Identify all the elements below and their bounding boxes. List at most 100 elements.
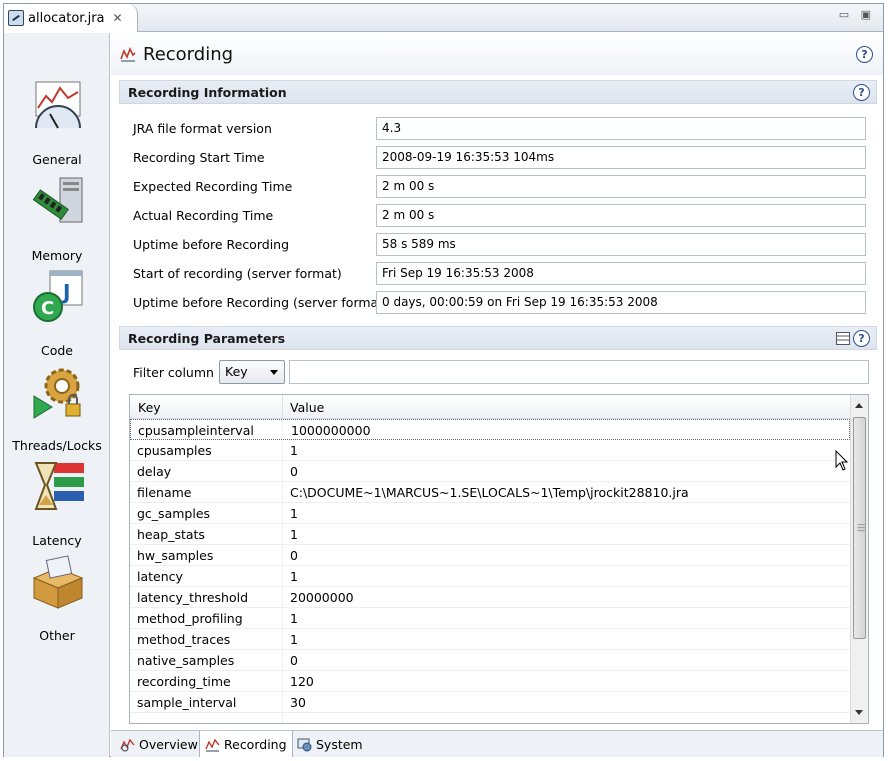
table-header: Key Value <box>130 395 850 419</box>
table-row[interactable]: sample_interval 30 <box>130 692 850 713</box>
cell-value: 1 <box>290 632 298 647</box>
scroll-up-icon[interactable] <box>855 403 863 408</box>
cell-key: native_samples <box>137 653 235 668</box>
filter-text-input[interactable] <box>289 360 869 384</box>
table-row[interactable]: recording_time 120 <box>130 671 850 692</box>
column-divider[interactable] <box>282 395 283 419</box>
table-row[interactable]: heap_stats 1 <box>130 524 850 545</box>
latency-hourglass-icon <box>34 462 84 510</box>
help-icon[interactable]: ? <box>856 46 873 63</box>
editor-tab-bar: allocator.jra ✕ ▭ ▣ <box>4 4 883 32</box>
filter-column-label: Filter column <box>133 365 214 380</box>
nav-label-threads-locks: Threads/Locks <box>12 438 102 453</box>
cell-value: 1 <box>290 569 298 584</box>
nav-item-memory[interactable]: Memory <box>4 174 110 266</box>
svg-text:C: C <box>41 298 54 319</box>
info-value-field[interactable]: 2008-09-19 16:35:53 104ms <box>376 146 866 169</box>
nav-label-general: General <box>32 152 82 167</box>
editor-tab-label: allocator.jra <box>28 10 105 26</box>
filter-column-select[interactable]: Key <box>219 360 285 384</box>
info-value-field[interactable]: 0 days, 00:00:59 on Fri Sep 19 16:35:53 … <box>376 291 866 314</box>
info-value-field[interactable]: Fri Sep 19 16:35:53 2008 <box>376 262 866 285</box>
info-row: Start of recording (server format) Fri S… <box>129 262 869 285</box>
cell-value: 1 <box>290 443 298 458</box>
recording-icon <box>205 738 220 751</box>
cell-value: 1 <box>290 527 298 542</box>
nav-label-code: Code <box>40 343 73 358</box>
info-row: Recording Start Time 2008-09-19 16:35:53… <box>129 146 869 169</box>
cell-key: gc_samples <box>137 506 211 521</box>
left-nav: General Memory J C Code Threads/Locks La… <box>4 33 110 757</box>
info-row: Actual Recording Time 2 m 00 s <box>129 204 869 227</box>
table-row[interactable]: delay 0 <box>130 461 850 482</box>
filter-selected-value: Key <box>225 364 248 379</box>
cell-value: 0 <box>290 548 298 563</box>
jra-file-icon <box>8 10 24 26</box>
nav-label-latency: Latency <box>32 533 82 548</box>
cell-key: method_traces <box>137 632 231 647</box>
table-view-icon[interactable] <box>836 332 850 345</box>
cell-key: sample_interval <box>137 695 237 710</box>
cell-key: recording_time <box>137 674 231 689</box>
section-recording-parameters[interactable]: Recording Parameters ? <box>119 326 877 350</box>
table-row[interactable]: hw_samples 0 <box>130 545 850 566</box>
vertical-scrollbar[interactable]: — — — <box>850 395 868 723</box>
info-label: Start of recording (server format) <box>133 266 342 281</box>
nav-item-general[interactable]: General <box>4 78 110 170</box>
cell-value: C:\DOCUME~1\MARCUS~1.SE\LOCALS~1\Temp\jr… <box>290 485 689 500</box>
tab-label: Recording <box>224 736 287 752</box>
code-java-icon: J C <box>33 270 83 322</box>
tab-label: Overview <box>139 736 198 752</box>
table-row[interactable]: native_samples 0 <box>130 650 850 671</box>
editor-window: allocator.jra ✕ ▭ ▣ General Memory J C C… <box>3 3 884 757</box>
info-value-field[interactable]: 2 m 00 s <box>376 175 866 198</box>
memory-ram-icon <box>32 177 83 223</box>
close-icon[interactable]: ✕ <box>113 11 123 25</box>
editor-tab-allocator[interactable]: allocator.jra ✕ <box>4 4 138 32</box>
nav-item-other[interactable]: Other <box>4 554 110 646</box>
help-icon[interactable]: ? <box>853 84 870 101</box>
bottom-tab-bar: Overview Recording System <box>111 730 883 757</box>
info-value-field[interactable]: 58 s 589 ms <box>376 233 866 256</box>
minimize-maximize-icons[interactable]: ▭ ▣ <box>839 8 875 21</box>
scroll-down-icon[interactable] <box>855 710 863 715</box>
chevron-down-icon <box>270 370 278 375</box>
table-row[interactable]: latency 1 <box>130 566 850 587</box>
tab-system[interactable]: System <box>292 731 368 757</box>
column-header-value[interactable]: Value <box>290 400 324 415</box>
info-value-field[interactable]: 2 m 00 s <box>376 204 866 227</box>
cell-value: 20000000 <box>290 590 354 605</box>
other-box-icon <box>32 555 84 609</box>
tab-recording[interactable]: Recording <box>199 731 293 757</box>
info-value-field[interactable]: 4.3 <box>376 117 866 140</box>
cell-key: filename <box>137 485 192 500</box>
column-header-key[interactable]: Key <box>138 400 161 415</box>
nav-item-threads-locks[interactable]: Threads/Locks <box>4 364 110 456</box>
info-row: Expected Recording Time 2 m 00 s <box>129 175 869 198</box>
cell-value: 0 <box>290 653 298 668</box>
nav-item-latency[interactable]: Latency <box>4 459 110 551</box>
scrollbar-thumb[interactable]: — — — <box>853 417 866 639</box>
cell-value: 1 <box>290 611 298 626</box>
cell-key: cpusampleinterval <box>138 423 254 438</box>
cell-key: latency_threshold <box>137 590 249 605</box>
cell-key: heap_stats <box>137 527 205 542</box>
help-icon[interactable]: ? <box>853 330 870 347</box>
system-icon <box>297 738 312 751</box>
section-title: Recording Parameters <box>128 330 286 346</box>
info-row: Uptime before Recording 58 s 589 ms <box>129 233 869 256</box>
table-row[interactable]: cpusamples 1 <box>130 440 850 461</box>
table-row[interactable]: latency_threshold 20000000 <box>130 587 850 608</box>
table-row[interactable]: gc_samples 1 <box>130 503 850 524</box>
table-row[interactable]: method_profiling 1 <box>130 608 850 629</box>
nav-item-code[interactable]: J C Code <box>4 269 110 361</box>
tab-label: System <box>316 736 363 752</box>
section-recording-information[interactable]: Recording Information ? <box>119 80 877 104</box>
table-row[interactable]: filename C:\DOCUME~1\MARCUS~1.SE\LOCALS~1… <box>130 482 850 503</box>
table-row[interactable]: method_traces 1 <box>130 629 850 650</box>
general-chart-gauge-icon <box>35 81 81 129</box>
tab-overview[interactable]: Overview <box>115 731 203 757</box>
info-row: Uptime before Recording (server format) … <box>129 291 869 314</box>
table-row[interactable]: cpusampleinterval 1000000000 <box>130 419 850 440</box>
scrollbar-grip-icon: — — — <box>857 520 865 535</box>
